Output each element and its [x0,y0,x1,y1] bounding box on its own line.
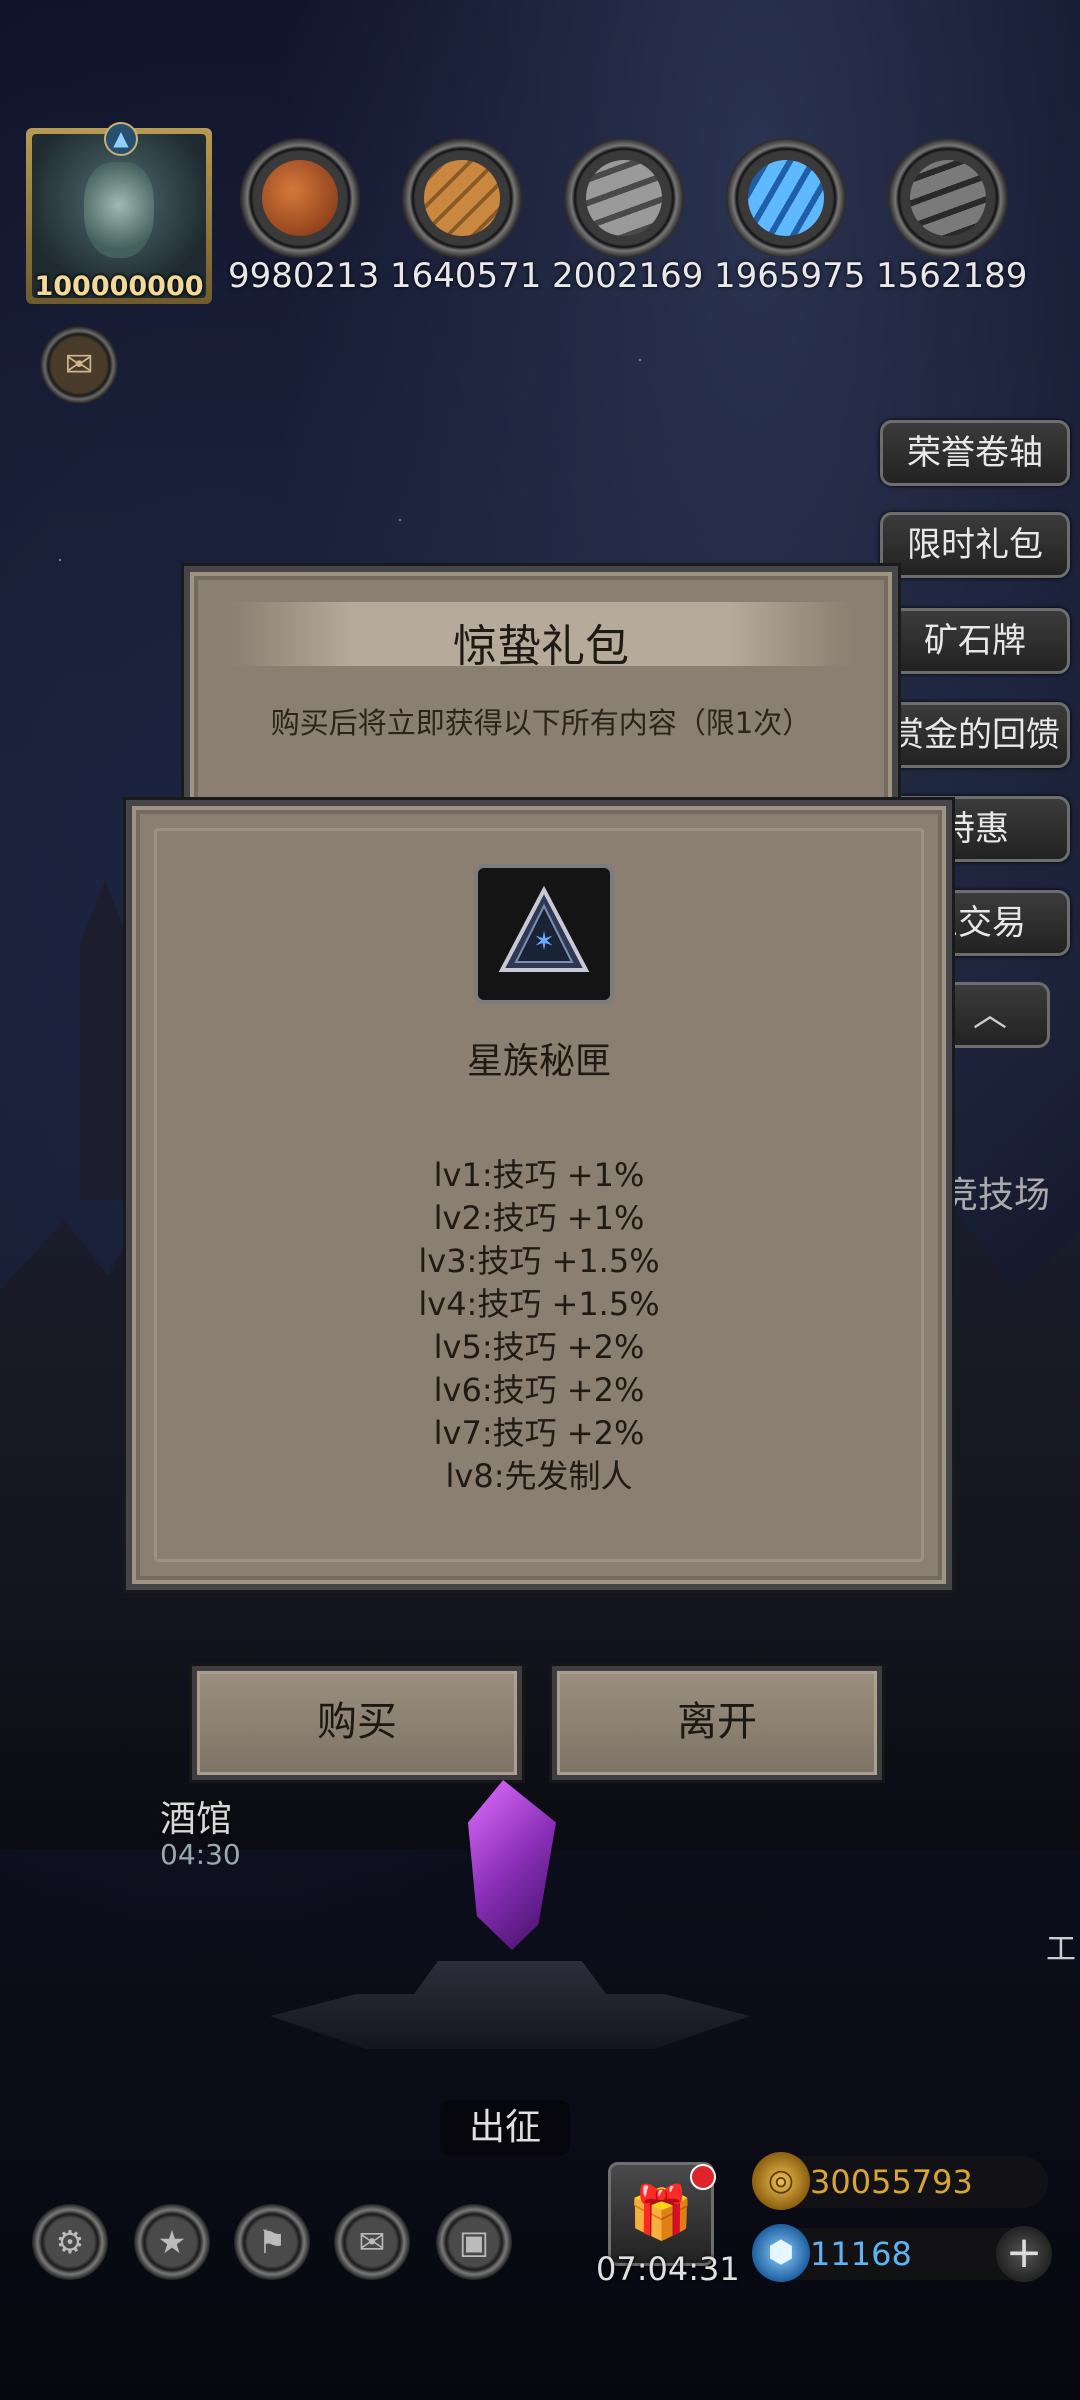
gold-bar: ◎ 30055793 [752,2152,1048,2210]
gem-bar: ⬢ 11168 + [752,2224,1052,2282]
scroll-button[interactable]: ✉ [40,326,118,404]
crystal-icon [748,160,824,236]
settings-gear-icon[interactable]: ⚙ [32,2204,108,2280]
iron-icon [586,160,662,236]
level-bonus-line: lv2:技巧 +1% [433,1199,645,1237]
mail-icon[interactable]: ✉ [334,2204,410,2280]
expedition-button[interactable]: 出征 [440,2100,570,2156]
crystal-value: 1965975 [714,256,866,296]
pyramid-icon: ✶ [498,885,590,972]
level-bonus-line: lv6:技巧 +2% [433,1371,645,1409]
steel-resource-button[interactable] [888,138,1008,258]
level-bonus-line: lv8:先发制人 [445,1457,633,1495]
avatar-power-value: 100000000 [34,271,204,302]
item-name: 星族秘匣 [466,1041,611,1082]
inventory-icon[interactable]: ▣ [436,2204,512,2280]
side-menu-reward[interactable]: 赏金的回馈 [880,702,1070,768]
gift-pack-header-panel: 惊蛰礼包 购买后将立即获得以下所有内容（限1次） [184,566,898,816]
wood-value: 1640571 [390,256,542,296]
buy-button[interactable]: 购买 [192,1666,522,1780]
svg-text:✶: ✶ [533,927,555,957]
arena-label[interactable]: 竞技场 [942,1166,1050,1218]
side-menu-limited-pack[interactable]: 限时礼包 [880,512,1070,578]
gem-icon: ⬢ [752,2224,810,2282]
dialog-title: 惊蛰礼包 [453,621,629,672]
guild-banner-icon[interactable]: ⚑ [234,2204,310,2280]
meat-icon [262,160,338,236]
level-bonus-line: lv3:技巧 +1.5% [418,1242,660,1280]
player-avatar[interactable]: ▲ 100000000 [26,122,212,304]
meat-resource-button[interactable] [240,138,360,258]
steel-value: 1562189 [876,256,1028,296]
level-bonus-line: lv4:技巧 +1.5% [418,1285,660,1323]
gift-icon: 🎁 [628,2183,694,2243]
star-clan-box-icon[interactable]: ✶ [474,864,614,1004]
crystal-resource-button[interactable] [726,138,846,258]
edge-label: 工 [1046,1932,1076,1967]
scroll-icon: ✉ [64,345,94,385]
gift-timer: 07:04:31 [596,2250,740,2288]
iron-value: 2002169 [552,256,704,296]
level-bonus-line: lv1:技巧 +1% [433,1156,645,1194]
level-bonus-line: lv5:技巧 +2% [433,1328,645,1366]
item-detail-panel: ✶ 星族秘匣 lv1:技巧 +1% lv2:技巧 +1% lv3:技巧 +1.5… [126,800,952,1590]
side-menu-ore[interactable]: 矿石牌 [880,608,1070,674]
wood-icon [424,160,500,236]
gold-coin-icon: ◎ [752,2152,810,2210]
level-bonus-line: lv7:技巧 +2% [433,1414,645,1452]
wood-resource-button[interactable] [402,138,522,258]
castle-tower [80,880,130,1200]
gem-value: 11168 [810,2235,912,2273]
level-bonus-list: lv1:技巧 +1% lv2:技巧 +1% lv3:技巧 +1.5% lv4:技… [132,1154,946,1498]
gold-value: 30055793 [810,2163,973,2201]
rank-up-icon: ▲ [104,122,138,156]
steel-icon [910,160,986,236]
meat-value: 9980213 [228,256,380,296]
add-gems-button[interactable]: + [996,2226,1052,2282]
notification-dot [690,2164,716,2190]
side-menu-honor-scroll[interactable]: 荣誉卷轴 [880,420,1070,486]
tavern-timer: 04:30 [160,1838,241,1871]
leave-button[interactable]: 离开 [552,1666,882,1780]
tavern-label[interactable]: 酒馆 [160,1790,232,1842]
dialog-subtitle: 购买后将立即获得以下所有内容（限1次） [270,706,812,740]
iron-resource-button[interactable] [564,138,684,258]
portrait-face [84,162,154,258]
star-achievement-icon[interactable]: ★ [134,2204,210,2280]
chevron-up-icon: ︿ [973,995,1007,1035]
